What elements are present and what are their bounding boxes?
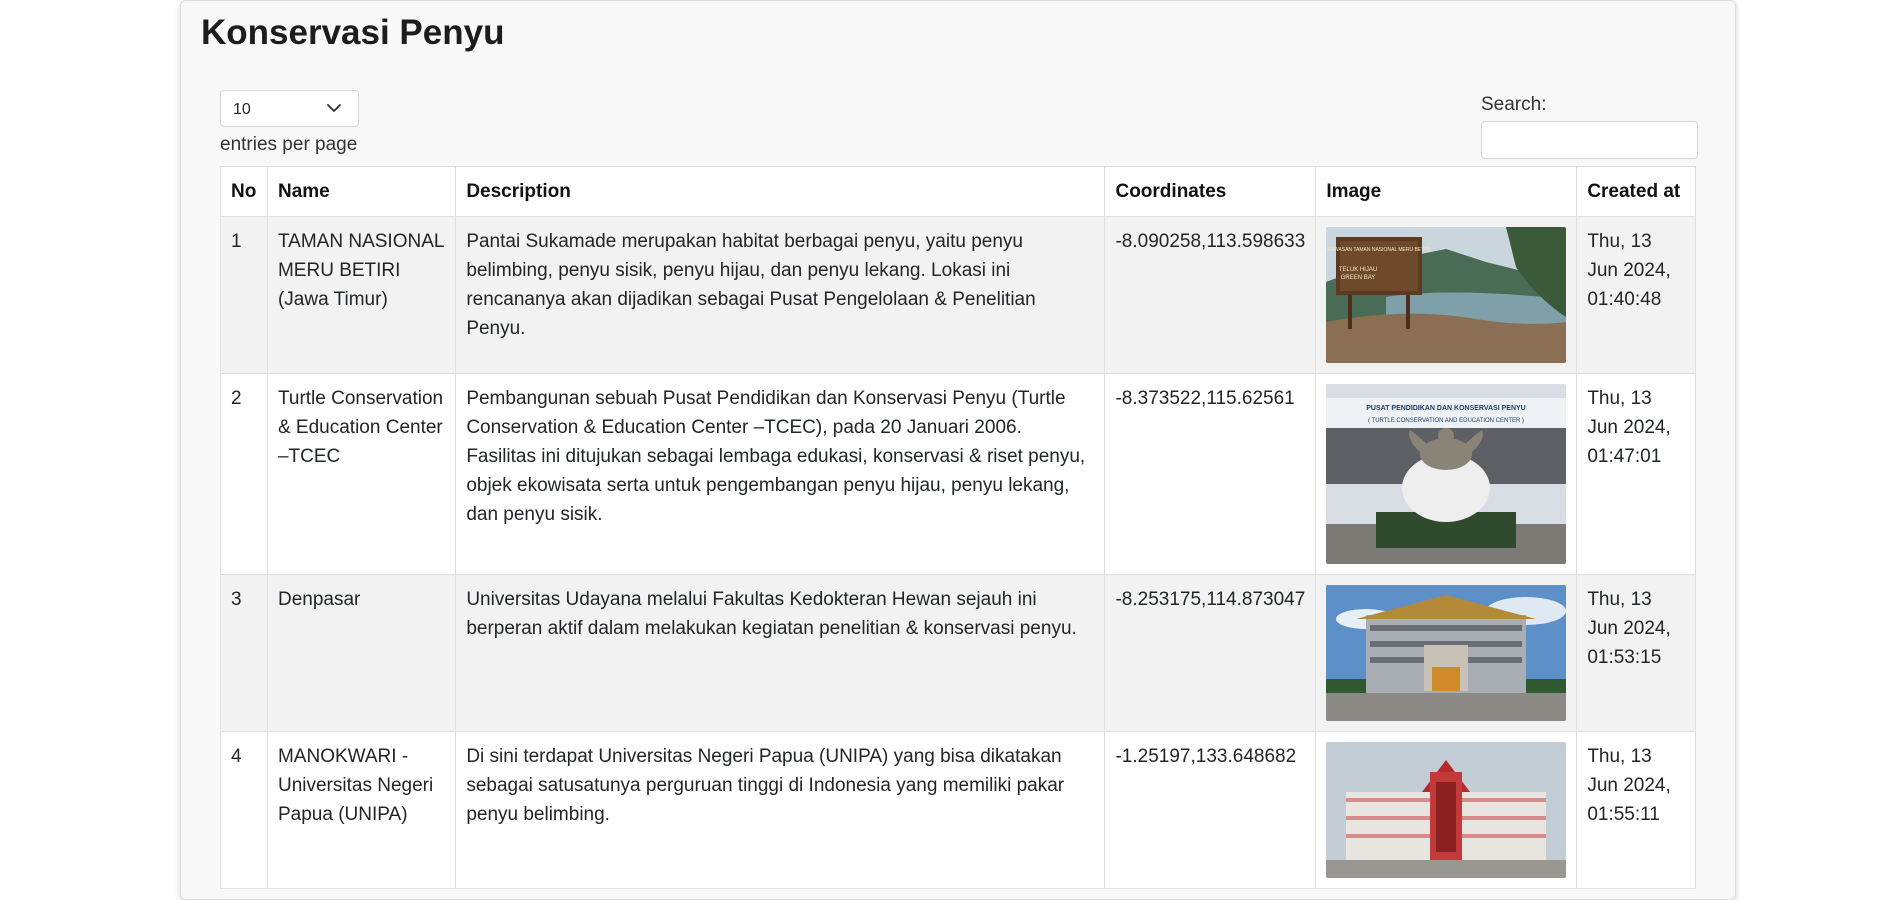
table-header-row: No Name Description Coordinates Image Cr…: [220, 166, 1696, 217]
table-row: 4 MANOKWARI - Universitas Negeri Papua (…: [220, 731, 1696, 889]
column-header-no[interactable]: No: [220, 166, 268, 217]
cell-no: 3: [220, 574, 268, 732]
chevron-down-icon: [327, 104, 341, 112]
cell-no: 1: [220, 216, 268, 374]
column-header-coordinates[interactable]: Coordinates: [1104, 166, 1317, 217]
search-label: Search:: [1481, 94, 1547, 115]
svg-text:GREEN BAY: GREEN BAY: [1341, 275, 1376, 281]
svg-text:PUSAT PENDIDIKAN DAN KONSERVAS: PUSAT PENDIDIKAN DAN KONSERVASI PENYU: [1367, 405, 1526, 412]
cell-description: Universitas Udayana melalui Fakultas Ked…: [455, 574, 1106, 732]
cell-name: Denpasar: [266, 574, 457, 732]
location-photo-meru-betiri: KAWASAN TAMAN NASIONAL MERU BETIRI TELUK…: [1326, 227, 1567, 363]
cell-created-at: Thu, 13 Jun 2024, 01:53:15: [1576, 574, 1696, 732]
cell-coordinates: -8.253175,114.873047: [1104, 574, 1317, 732]
column-header-image[interactable]: Image: [1315, 166, 1578, 217]
svg-text:( TURTLE CONSERVATION AND EDUC: ( TURTLE CONSERVATION AND EDUCATION CENT…: [1368, 418, 1524, 424]
cell-created-at: Thu, 13 Jun 2024, 01:47:01: [1576, 373, 1696, 575]
entries-per-page-label: entries per page: [220, 134, 358, 155]
column-header-description[interactable]: Description: [455, 166, 1106, 217]
cell-image: PUSAT PENDIDIKAN DAN KONSERVASI PENYU ( …: [1315, 373, 1578, 575]
column-header-created-at[interactable]: Created at: [1576, 166, 1696, 217]
table-row: 2 Turtle Conservation & Education Center…: [220, 373, 1696, 575]
entries-length-control: 10 entries per page: [220, 90, 359, 156]
search-control: Search:: [1481, 94, 1698, 159]
conservation-table: No Name Description Coordinates Image Cr…: [220, 166, 1696, 889]
location-photo-denpasar: [1326, 585, 1567, 721]
cell-coordinates: -1.25197,133.648682: [1104, 731, 1317, 889]
svg-text:KAWASAN TAMAN NASIONAL MERU BE: KAWASAN TAMAN NASIONAL MERU BETIRI: [1328, 247, 1431, 253]
cell-image: KAWASAN TAMAN NASIONAL MERU BETIRI TELUK…: [1315, 216, 1578, 374]
cell-name: Turtle Conservation & Education Center –…: [266, 373, 457, 575]
cell-created-at: Thu, 13 Jun 2024, 01:40:48: [1576, 216, 1696, 374]
location-photo-tcec: PUSAT PENDIDIKAN DAN KONSERVASI PENYU ( …: [1326, 384, 1567, 564]
cell-description: Di sini terdapat Universitas Negeri Papu…: [455, 731, 1106, 889]
cell-image: [1315, 574, 1578, 732]
cell-image: [1315, 731, 1578, 889]
location-photo-unipa: [1326, 742, 1567, 878]
entries-per-page-select[interactable]: 10: [220, 90, 359, 127]
cell-coordinates: -8.090258,113.598633: [1104, 216, 1317, 374]
search-input[interactable]: [1481, 121, 1698, 159]
main-card: Konservasi Penyu 10 entries per page Sea…: [180, 0, 1736, 900]
table-row: 3 Denpasar Universitas Udayana melalui F…: [220, 574, 1696, 732]
entries-per-page-value: 10: [233, 101, 251, 118]
cell-no: 2: [220, 373, 268, 575]
page-title: Konservasi Penyu: [201, 13, 505, 52]
column-header-name[interactable]: Name: [266, 166, 457, 217]
cell-no: 4: [220, 731, 268, 889]
svg-text:TELUK HIJAU: TELUK HIJAU: [1339, 267, 1377, 273]
cell-name: MANOKWARI - Universitas Negeri Papua (UN…: [266, 731, 457, 889]
cell-name: TAMAN NASIONAL MERU BETIRI (Jawa Timur): [266, 216, 457, 374]
table-row: 1 TAMAN NASIONAL MERU BETIRI (Jawa Timur…: [220, 216, 1696, 374]
cell-coordinates: -8.373522,115.62561: [1104, 373, 1317, 575]
cell-description: Pembangunan sebuah Pusat Pendidikan dan …: [455, 373, 1106, 575]
cell-created-at: Thu, 13 Jun 2024, 01:55:11: [1576, 731, 1696, 889]
cell-description: Pantai Sukamade merupakan habitat berbag…: [455, 216, 1106, 374]
